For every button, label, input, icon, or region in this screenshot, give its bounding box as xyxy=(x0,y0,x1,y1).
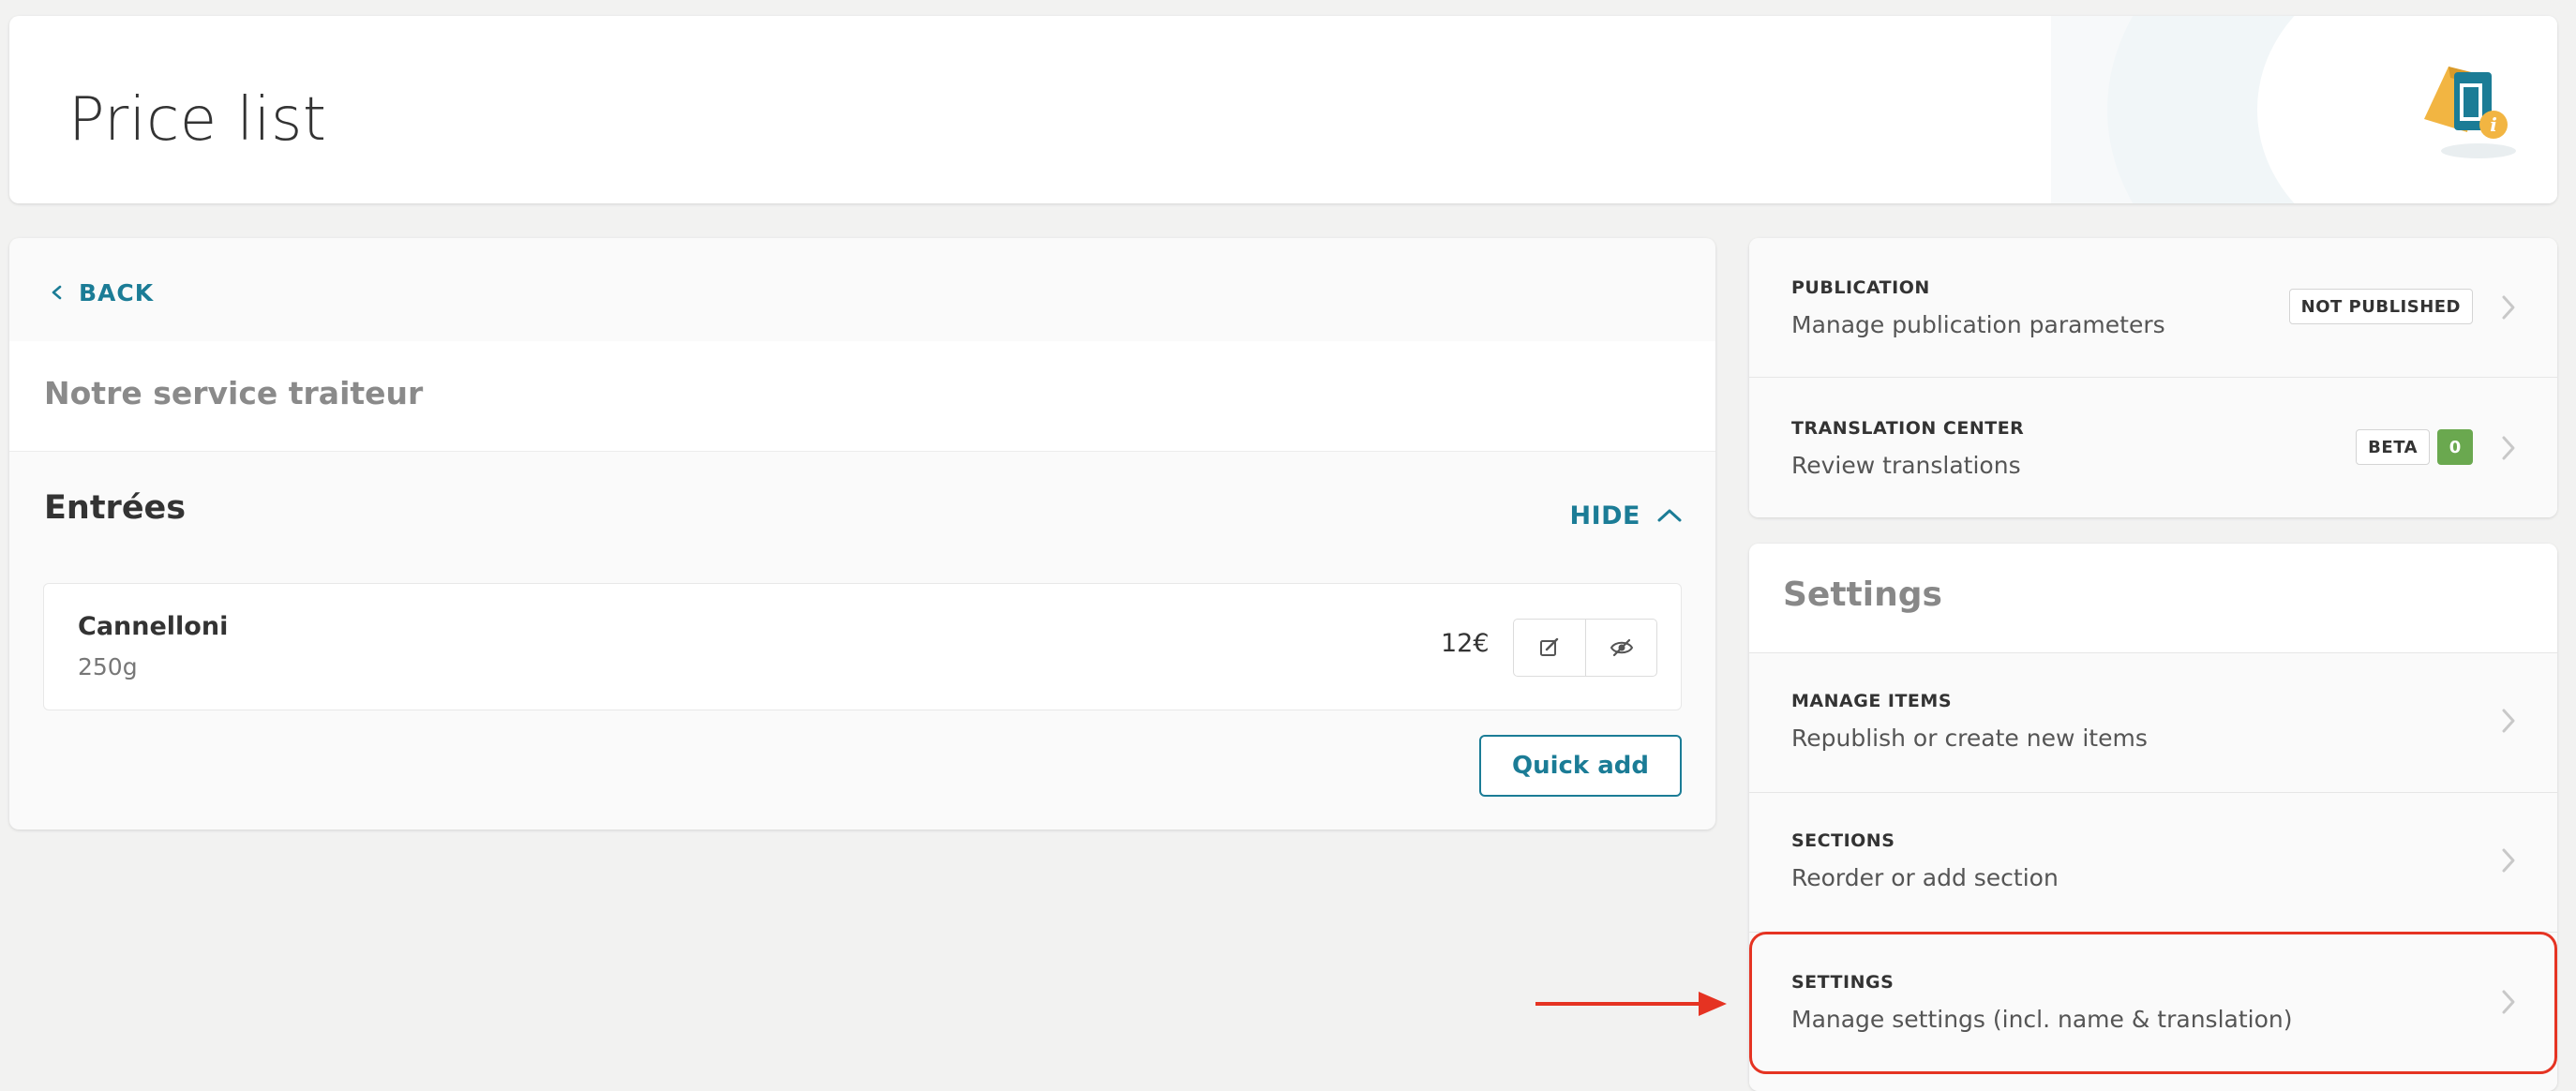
chevron-right-icon xyxy=(2502,295,2515,320)
publication-card: PUBLICATION Manage publication parameter… xyxy=(1749,238,2557,517)
back-button[interactable]: BACK xyxy=(49,276,154,309)
publication-row[interactable]: PUBLICATION Manage publication parameter… xyxy=(1749,238,2557,377)
sections-row[interactable]: SECTIONS Reorder or add section xyxy=(1749,793,2557,932)
chevron-right-icon xyxy=(2502,709,2515,733)
arrow-right-icon xyxy=(1535,992,1727,1016)
settings-label: SETTINGS xyxy=(1791,972,1895,993)
back-label: BACK xyxy=(79,278,155,306)
manage-items-label: MANAGE ITEMS xyxy=(1791,691,1953,711)
translation-center-subtitle: Review translations xyxy=(1791,452,2021,479)
item-price: 12€ xyxy=(1441,629,1490,658)
edit-item-button[interactable] xyxy=(1514,620,1585,676)
chevron-right-icon xyxy=(2502,848,2515,873)
eye-off-icon xyxy=(1610,638,1633,657)
item-description: 250g xyxy=(78,653,138,680)
section-title: Entrées xyxy=(44,489,187,527)
menu-name: Notre service traiteur xyxy=(44,375,424,411)
translation-center-row[interactable]: TRANSLATION CENTER Review translations B… xyxy=(1749,378,2557,517)
page-title: Price list xyxy=(68,85,327,155)
chevron-right-icon xyxy=(2502,436,2515,460)
manage-items-subtitle: Republish or create new items xyxy=(1791,725,2148,752)
settings-subtitle: Manage settings (incl. name & translatio… xyxy=(1791,1006,2293,1033)
price-list-editor: BACK Notre service traiteur Entrées HIDE… xyxy=(9,238,1715,829)
translation-center-label: TRANSLATION CENTER xyxy=(1791,418,2025,439)
sections-label: SECTIONS xyxy=(1791,830,1895,851)
svg-text:i: i xyxy=(2490,113,2497,136)
item-name: Cannelloni xyxy=(78,612,229,641)
beta-badge: BETA xyxy=(2356,429,2430,465)
edit-icon xyxy=(1540,637,1559,656)
publication-subtitle: Manage publication parameters xyxy=(1791,311,2165,338)
chevron-left-icon xyxy=(52,285,62,300)
hide-section-button[interactable]: HIDE xyxy=(1570,497,1685,534)
chevron-right-icon xyxy=(2502,990,2515,1014)
settings-row[interactable]: SETTINGS Manage settings (incl. name & t… xyxy=(1749,933,2557,1091)
quick-add-button[interactable]: Quick add xyxy=(1479,735,1682,797)
publication-label: PUBLICATION xyxy=(1791,277,1930,298)
price-tag-info-icon: i xyxy=(2424,67,2516,158)
hide-label: HIDE xyxy=(1569,501,1640,531)
settings-header: Settings xyxy=(1749,544,2557,652)
sections-subtitle: Reorder or add section xyxy=(1791,864,2059,891)
count-badge: 0 xyxy=(2437,429,2473,465)
status-badge: NOT PUBLISHED xyxy=(2288,289,2473,324)
menu-name-bar: Notre service traiteur xyxy=(9,341,1715,452)
manage-items-row[interactable]: MANAGE ITEMS Republish or create new ite… xyxy=(1749,653,2557,792)
chevron-up-icon xyxy=(1657,509,1682,522)
settings-card: Settings MANAGE ITEMS Republish or creat… xyxy=(1749,544,2557,1091)
page-header: Price list i xyxy=(9,16,2557,203)
item-actions xyxy=(1513,619,1657,677)
settings-title: Settings xyxy=(1783,575,1942,614)
toggle-visibility-button[interactable] xyxy=(1585,620,1656,676)
list-item[interactable]: Cannelloni 250g 12€ xyxy=(43,583,1682,710)
